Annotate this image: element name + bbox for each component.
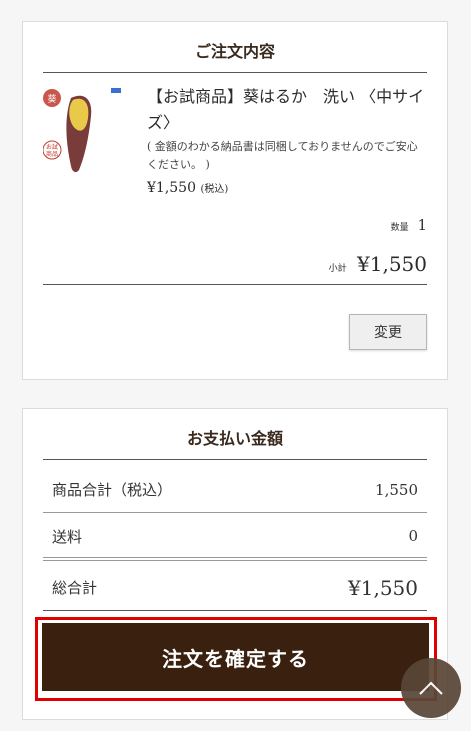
- confirm-order-button[interactable]: 注文を確定する: [42, 623, 429, 691]
- pay-row-grand-total: 総合計 ¥1,550: [43, 565, 427, 611]
- product-note: ( 金額のわかる納品書は同梱しておりませんのでご安心ください。 ): [147, 140, 418, 171]
- product-thumbnail[interactable]: 葵 お試 商品: [42, 84, 123, 176]
- divider: [43, 284, 427, 285]
- quantity-value: 1: [417, 216, 427, 234]
- subtotal-label: 小計: [328, 264, 347, 274]
- double-divider: [43, 557, 427, 561]
- product-name[interactable]: 【お試商品】葵はるか 洗い 〈中サイズ〉: [147, 84, 427, 136]
- pay-row-value: 0: [408, 527, 418, 545]
- change-button[interactable]: 変更: [349, 314, 427, 350]
- chevron-up-icon: [419, 681, 443, 695]
- svg-text:商品: 商品: [46, 150, 58, 158]
- payment-amount-title: お支払い金額: [43, 425, 427, 460]
- subtotal: 小計 ¥1,550: [329, 252, 427, 276]
- order-contents-card: ご注文内容 葵 お試 商品 【お試商品】葵はるか 洗い 〈中サイズ〉 ( 金額の…: [22, 21, 448, 380]
- product-price: ¥1,550 (税込): [147, 180, 228, 196]
- tax-note: (税込): [200, 184, 229, 195]
- pay-row-value: 1,550: [375, 480, 418, 499]
- svg-text:お試: お試: [46, 143, 58, 151]
- pay-row-shipping: 送料 0: [43, 513, 427, 559]
- quantity-label: 数量: [390, 223, 409, 233]
- grand-total-value: ¥1,550: [348, 575, 418, 600]
- quantity: 数量 1: [391, 216, 427, 234]
- pay-row-label: 商品合計（税込）: [52, 481, 173, 499]
- order-contents-title: ご注文内容: [43, 38, 427, 73]
- pay-row-items-total: 商品合計（税込） 1,550: [43, 467, 427, 513]
- subtotal-value: ¥1,550: [357, 252, 427, 276]
- grand-total-label: 総合計: [52, 579, 98, 597]
- sweet-potato-image: 葵 お試 商品: [42, 88, 121, 173]
- pay-row-label: 送料: [52, 527, 83, 546]
- scroll-to-top-button[interactable]: [401, 658, 461, 718]
- svg-text:葵: 葵: [47, 93, 56, 105]
- product-price-value: ¥1,550: [147, 180, 196, 196]
